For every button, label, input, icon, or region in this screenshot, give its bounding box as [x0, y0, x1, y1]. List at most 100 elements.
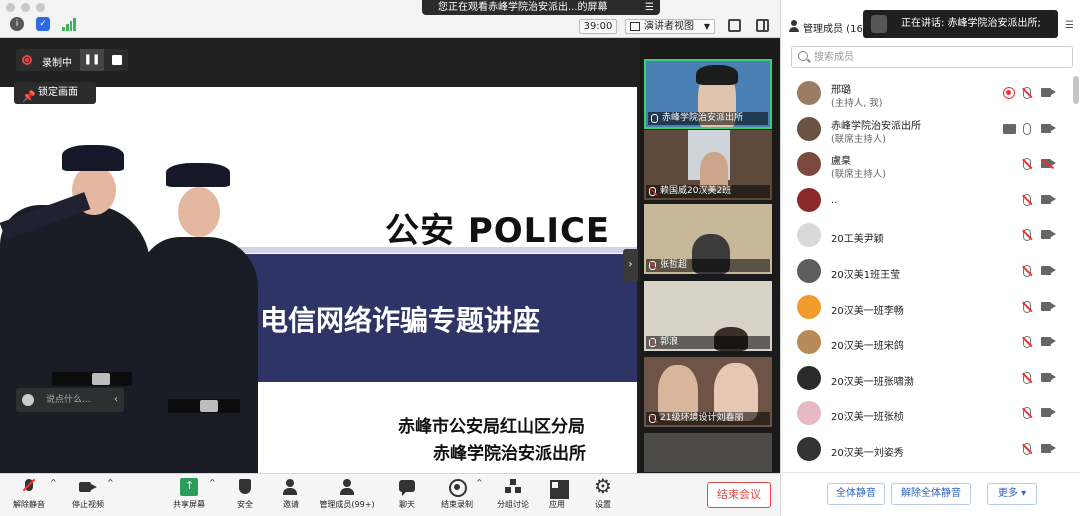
stop-recording-button[interactable]	[106, 49, 128, 71]
emoji-icon[interactable]	[22, 394, 34, 406]
end-recording-button[interactable]: 结束录制	[438, 478, 476, 510]
video-tile[interactable]: 郭浪	[644, 281, 772, 351]
video-camera-icon[interactable]	[1041, 88, 1056, 97]
video-tile[interactable]	[644, 433, 772, 472]
security-shield-icon[interactable]: ✓	[36, 17, 50, 31]
pause-recording-button[interactable]: ❚❚	[80, 49, 104, 71]
member-search[interactable]	[791, 46, 1073, 68]
menu-icon[interactable]: ☰	[1065, 20, 1074, 31]
sidebar-toggle-icon[interactable]	[756, 19, 769, 32]
list-item[interactable]: 20汉美一班张桢	[781, 396, 1073, 432]
mic-muted-icon[interactable]	[1023, 158, 1031, 171]
list-item[interactable]: 20工美尹颖	[781, 218, 1073, 254]
video-camera-icon[interactable]	[1041, 408, 1056, 418]
list-item[interactable]: 20汉美一班宋鸽	[781, 325, 1073, 361]
video-tile[interactable]: 赤峰学院治安派出所	[644, 59, 772, 129]
stop-video-button[interactable]: 停止视频	[68, 478, 108, 510]
invite-button[interactable]: 邀请	[278, 478, 304, 510]
member-list-scrollbar[interactable]	[1073, 76, 1079, 104]
collapse-strip-button[interactable]: ›	[623, 249, 638, 281]
quick-chat-input[interactable]: 说点什么... ‹	[16, 388, 124, 412]
chevron-up-icon[interactable]: ^	[50, 478, 57, 487]
meeting-timer: 39:00	[579, 19, 617, 34]
list-item[interactable]: 20汉美一班张啸渤	[781, 361, 1073, 397]
list-item[interactable]: 赤峰学院治安派出所 (联席主持人)	[781, 112, 1073, 148]
chat-button[interactable]: 聊天	[394, 478, 420, 510]
mic-muted-icon[interactable]	[1023, 264, 1031, 277]
settings-button[interactable]: 设置	[590, 474, 616, 510]
video-tile[interactable]: 赖国威20汉美2班	[644, 130, 772, 200]
chevron-up-icon[interactable]: ^	[476, 478, 483, 487]
video-tile[interactable]: 张哲超	[644, 204, 772, 274]
screen-share-icon	[1003, 123, 1016, 134]
list-item[interactable]: ..	[781, 183, 1073, 219]
mic-muted-icon[interactable]	[1023, 193, 1031, 206]
video-camera-icon[interactable]	[1041, 194, 1056, 204]
pin-screen-button[interactable]: 📌 锁定画面	[14, 82, 96, 104]
members-panel: 管理成员 (169 正在讲话: 赤峰学院治安派出所; ☰ 邢璐 (主持人, 我)…	[780, 0, 1080, 516]
menu-icon[interactable]: ☰	[645, 0, 654, 15]
member-list: 邢璐 (主持人, 我) 赤峰学院治安派出所 (联席主持人) 盧臬 (联席主持人)	[781, 76, 1073, 472]
avatar	[797, 258, 821, 283]
video-camera-icon[interactable]	[1041, 372, 1056, 382]
chat-icon	[398, 478, 416, 496]
info-icon[interactable]: i	[10, 17, 24, 31]
unmute-all-button[interactable]: 解除全体静音	[891, 483, 971, 505]
more-button[interactable]: 更多 ▾	[987, 483, 1037, 505]
video-camera-icon[interactable]	[1041, 265, 1056, 275]
unmute-button[interactable]: 解除静音	[10, 478, 48, 510]
list-item[interactable]: 邢璐 (主持人, 我)	[781, 76, 1073, 112]
video-camera-icon[interactable]	[1041, 230, 1056, 240]
list-item[interactable]: 20汉美一班李畅	[781, 290, 1073, 326]
breakout-rooms-button[interactable]: 分组讨论	[494, 478, 532, 510]
member-name: 20汉美一班李畅	[831, 305, 904, 317]
security-button[interactable]: 安全	[232, 478, 258, 510]
search-input[interactable]	[814, 49, 1064, 65]
video-camera-off-icon[interactable]	[1041, 159, 1056, 169]
video-camera-icon[interactable]	[1041, 123, 1056, 133]
chat-label: 聊天	[399, 500, 415, 509]
tile-name: 21级环境设计刘春丽	[660, 413, 744, 423]
manage-members-button[interactable]: 管理成员(99+)	[318, 478, 376, 510]
mic-muted-icon[interactable]	[1023, 442, 1031, 455]
screen-share-banner[interactable]: 您正在观看赤峰学院治安派出...的屏幕 ☰	[422, 0, 660, 15]
member-name: 20汉美一班张桢	[831, 412, 904, 424]
video-camera-icon[interactable]	[1041, 443, 1056, 453]
mic-muted-icon[interactable]	[1023, 407, 1031, 420]
mic-muted-icon[interactable]	[1023, 371, 1031, 384]
chevron-up-icon[interactable]: ^	[107, 478, 114, 487]
avatar	[797, 330, 821, 355]
unmute-label: 解除静音	[13, 500, 45, 509]
mic-muted-icon[interactable]	[1023, 300, 1031, 313]
mic-icon[interactable]	[1023, 122, 1031, 135]
apps-button[interactable]: 应用	[544, 478, 570, 510]
chevron-down-icon: ▼	[703, 22, 710, 31]
mic-muted-icon[interactable]	[1023, 229, 1031, 242]
list-item[interactable]: 20汉美1班王莹	[781, 254, 1073, 290]
end-meeting-button[interactable]: 结束会议	[707, 482, 771, 508]
list-item[interactable]: 20汉美一刘姿秀	[781, 432, 1073, 468]
chevron-left-icon[interactable]: ‹	[114, 388, 118, 412]
member-name: 赤峰学院治安派出所	[831, 120, 921, 132]
panel-title: 管理成员 (169	[803, 24, 870, 35]
window-controls[interactable]	[6, 3, 45, 12]
avatar	[797, 187, 821, 212]
mic-muted-icon[interactable]	[1023, 87, 1031, 99]
video-camera-icon[interactable]	[1041, 337, 1056, 347]
manage-members-label: 管理成员(99+)	[319, 500, 375, 509]
list-item[interactable]: 盧臬 (联席主持人)	[781, 147, 1073, 183]
tile-name: 赖国威20汉美2班	[660, 186, 732, 196]
member-role: (联席主持人)	[831, 133, 886, 145]
invite-label: 邀请	[283, 500, 299, 509]
signal-icon[interactable]	[62, 17, 76, 31]
share-banner-text: 您正在观看赤峰学院治安派出...的屏幕	[438, 2, 608, 13]
video-camera-icon[interactable]	[1041, 301, 1056, 311]
chevron-up-icon[interactable]: ^	[209, 478, 216, 487]
mic-muted-icon[interactable]	[1023, 336, 1031, 349]
video-tile[interactable]: 21级环境设计刘春丽	[644, 357, 772, 427]
view-mode-dropdown[interactable]: 演讲者视图 ▼	[625, 19, 715, 34]
share-screen-button[interactable]: 共享屏幕	[170, 478, 208, 510]
fullscreen-icon[interactable]	[728, 19, 741, 32]
officer-figure	[140, 237, 258, 482]
mute-all-button[interactable]: 全体静音	[827, 483, 885, 505]
